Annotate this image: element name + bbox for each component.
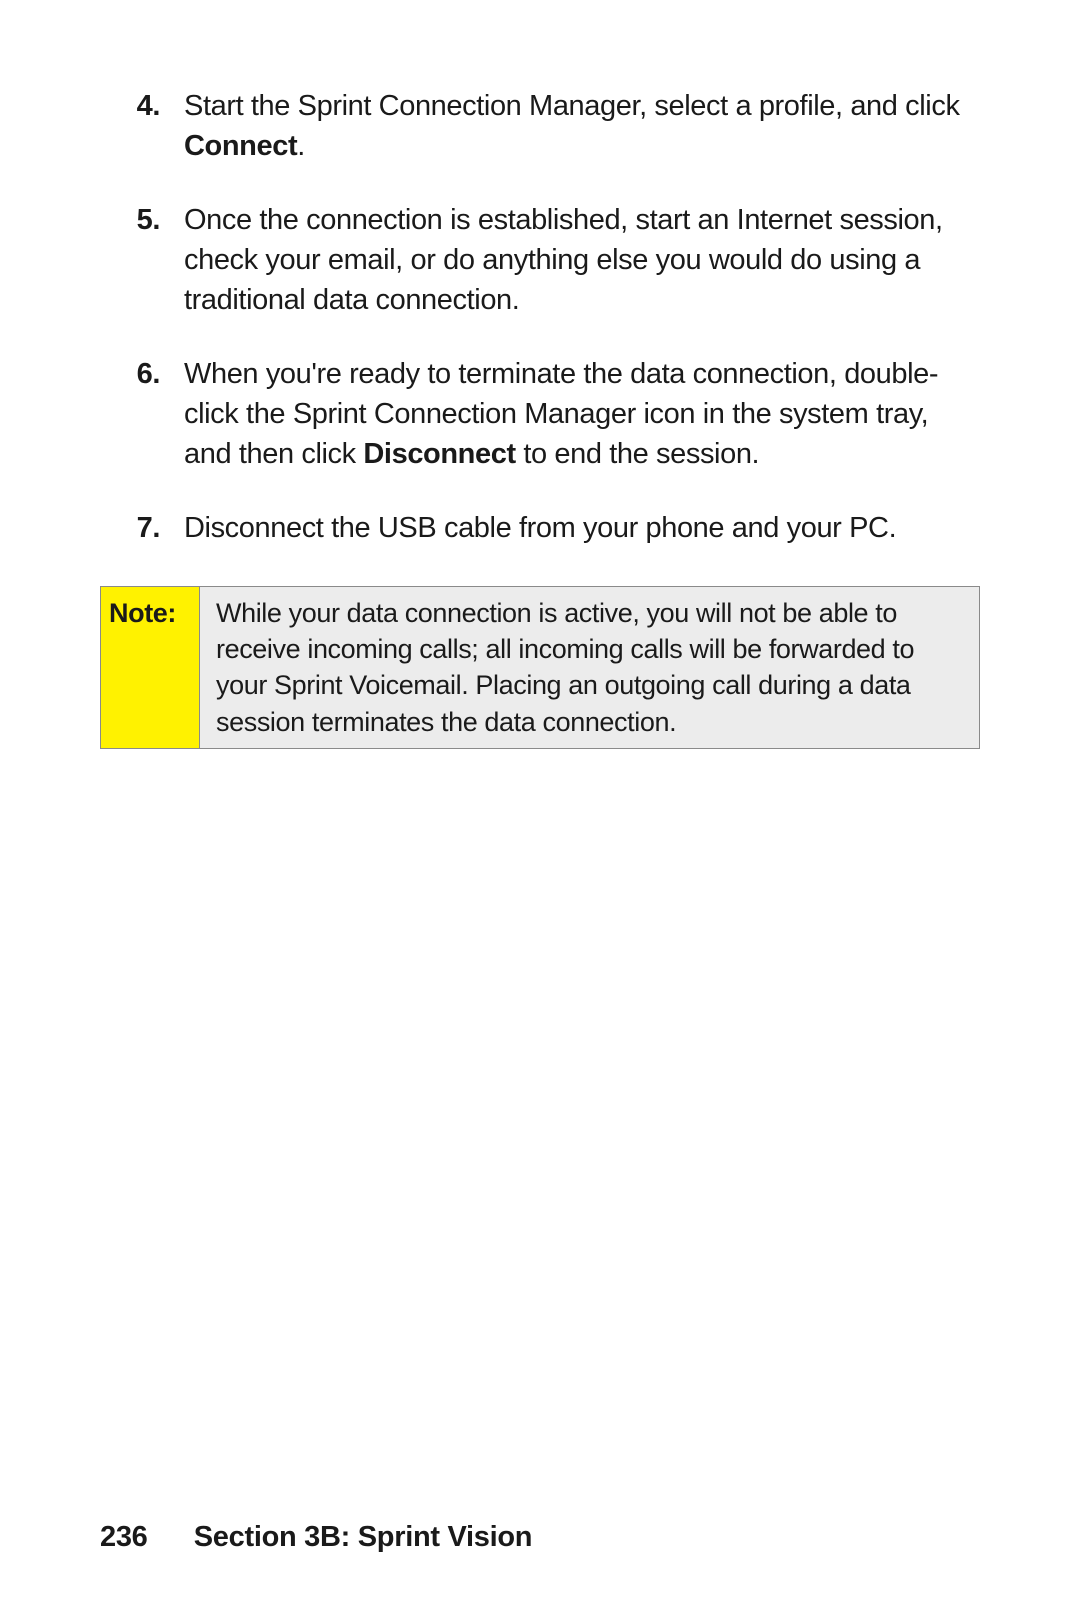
step-4: 4. Start the Sprint Connection Manager, …: [100, 86, 980, 166]
step-number: 4.: [100, 86, 184, 126]
step-text: Start the Sprint Connection Manager, sel…: [184, 86, 980, 166]
step-number: 7.: [100, 508, 184, 548]
step-text: Disconnect the USB cable from your phone…: [184, 508, 980, 548]
step-text-post: .: [297, 130, 305, 162]
page-number: 236: [100, 1521, 186, 1554]
note-body: While your data connection is active, yo…: [200, 587, 979, 748]
step-number: 5.: [100, 200, 184, 240]
step-text-bold: Connect: [184, 130, 297, 162]
step-text: Once the connection is established, star…: [184, 200, 980, 320]
step-7: 7. Disconnect the USB cable from your ph…: [100, 508, 980, 548]
note-box: Note: While your data connection is acti…: [100, 586, 980, 749]
section-label: Section 3B: Sprint Vision: [194, 1521, 532, 1553]
step-text: When you're ready to terminate the data …: [184, 354, 980, 474]
step-text-bold: Disconnect: [363, 438, 515, 470]
step-text-pre: Start the Sprint Connection Manager, sel…: [184, 90, 960, 122]
page-footer: 236 Section 3B: Sprint Vision: [100, 1521, 980, 1554]
note-label: Note:: [101, 587, 200, 748]
step-5: 5. Once the connection is established, s…: [100, 200, 980, 320]
step-6: 6. When you're ready to terminate the da…: [100, 354, 980, 474]
step-text-post: to end the session.: [516, 438, 760, 470]
step-number: 6.: [100, 354, 184, 394]
page: 4. Start the Sprint Connection Manager, …: [0, 0, 1080, 1620]
